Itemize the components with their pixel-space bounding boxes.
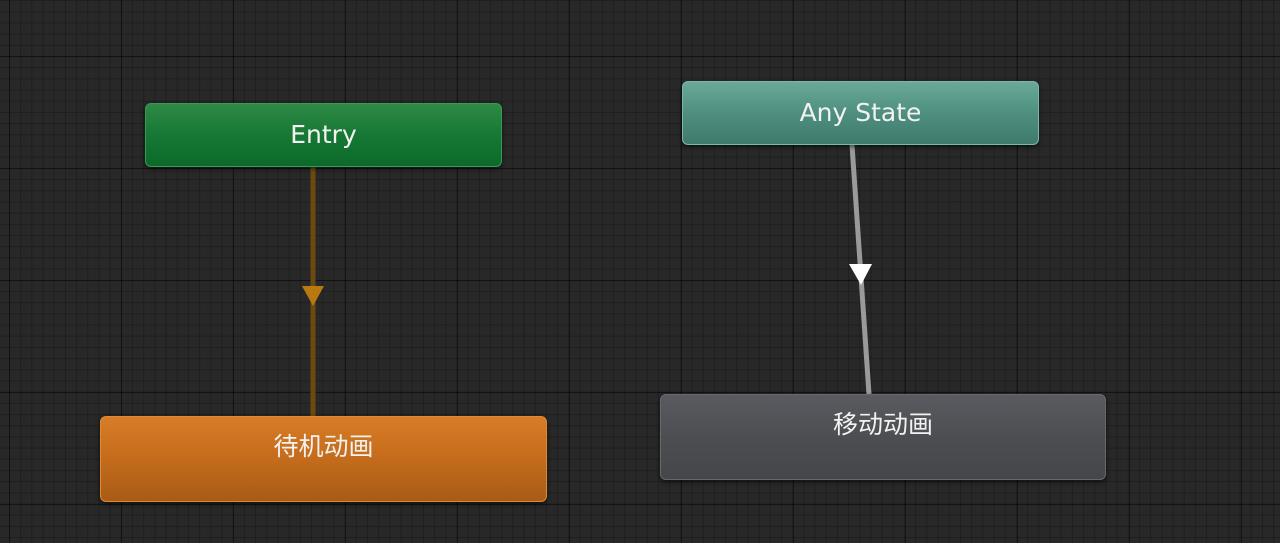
state-node-label: 移动动画 <box>832 410 933 439</box>
state-node-idle[interactable]: 待机动画 <box>100 416 547 502</box>
transition-any-arrow-icon <box>849 264 872 285</box>
state-node-label: Any State <box>799 98 922 127</box>
state-node-move[interactable]: 移动动画 <box>660 394 1106 480</box>
state-node-entry[interactable]: Entry <box>145 103 502 167</box>
state-node-label: 待机动画 <box>273 432 374 461</box>
transition-entry-arrow-icon <box>302 286 324 306</box>
state-node-any-state[interactable]: Any State <box>682 81 1039 145</box>
animator-graph-canvas[interactable]: Entry Any State 待机动画 移动动画 <box>0 0 1280 543</box>
state-node-label: Entry <box>290 120 357 149</box>
